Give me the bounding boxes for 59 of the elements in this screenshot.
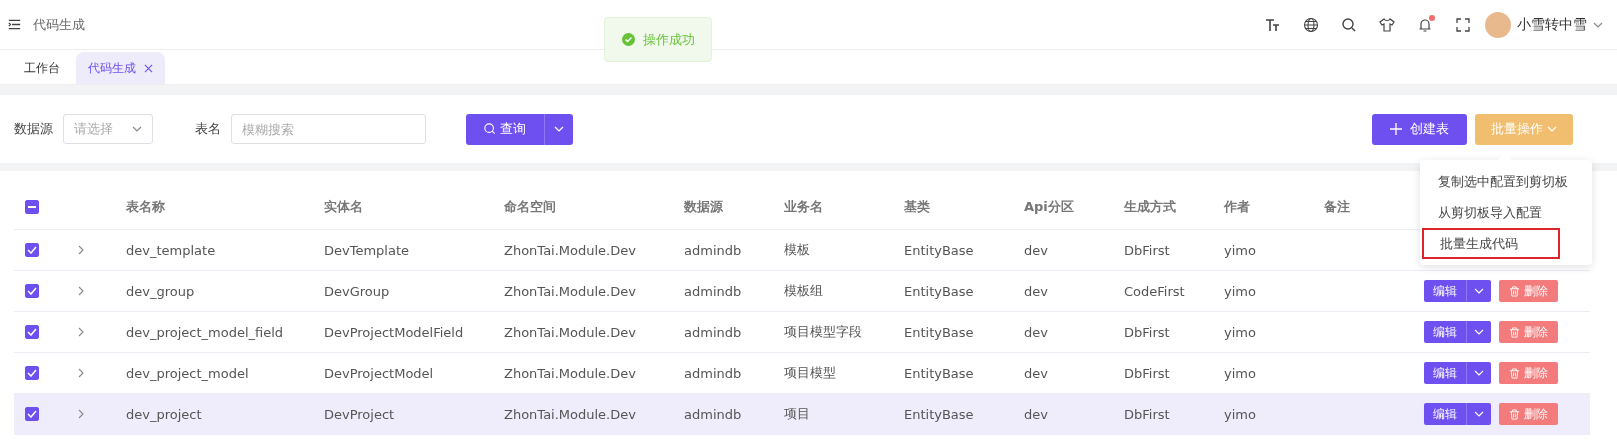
column-header: 命名空间 (503, 198, 557, 216)
table-cell-text: ZhonTai.Module.Dev (503, 406, 637, 422)
column-header: 业务名 (783, 198, 824, 216)
table-cell-text: yimo (1223, 242, 1257, 258)
column-header: 基类 (903, 198, 931, 216)
table-cell-text: yimo (1223, 283, 1257, 299)
table-cell-text: dev (1023, 365, 1049, 381)
table-cell-text: admindb (683, 242, 743, 258)
table-cell-text: yimo (1223, 365, 1257, 381)
column-header: 数据源 (683, 198, 724, 216)
table-cell-text: DbFirst (1123, 365, 1171, 381)
table-cell-text: DbFirst (1123, 324, 1171, 340)
table-cell-text: admindb (683, 324, 743, 340)
table-cell-text: EntityBase (903, 242, 975, 258)
table-cell-text: yimo (1223, 406, 1257, 422)
field-label: 数据源 (14, 120, 53, 138)
table-cell-text: 模板 (783, 241, 811, 259)
table-cell-text: dev_group (125, 283, 196, 299)
table-cell-text: CodeFirst (1123, 283, 1186, 299)
table-cell-text: EntityBase (903, 324, 975, 340)
table-cell-text: ZhonTai.Module.Dev (503, 365, 637, 381)
table-cell-text: dev_project (125, 406, 203, 422)
column-header: 实体名 (323, 198, 364, 216)
table-cell-text: DevTemplate (323, 242, 411, 258)
table-cell-text: 项目模型 (783, 364, 837, 382)
column-header: 表名称 (125, 198, 166, 216)
table-cell-text: EntityBase (903, 365, 975, 381)
table-cell-text: DevProjectModelField (323, 324, 465, 340)
table-cell-text: dev_project_model_field (125, 324, 285, 340)
table-cell-text: admindb (683, 406, 743, 422)
table-cell-text: dev (1023, 324, 1049, 340)
table-cell-text: dev_template (125, 242, 217, 258)
column-header: 备注 (1323, 198, 1351, 216)
toast-message: 操作成功 (642, 30, 695, 49)
table-cell-text: DevGroup (323, 283, 391, 299)
table-cell-text: 项目 (783, 405, 811, 423)
column-header: 作者 (1222, 198, 1251, 216)
table-cell-text: dev (1023, 242, 1049, 258)
page-title: 代码生成 (33, 15, 85, 34)
table-cell-text: DbFirst (1123, 242, 1171, 258)
table-cell-text: dev_project_model (125, 365, 250, 381)
table-cell-text: ZhonTai.Module.Dev (503, 283, 637, 299)
table-cell-text: ZhonTai.Module.Dev (503, 242, 637, 258)
table-cell-text: ZhonTai.Module.Dev (503, 324, 637, 340)
table-cell-text: dev (1023, 283, 1049, 299)
table-cell-text: DevProjectModel (323, 365, 435, 381)
field-label: 表名 (195, 120, 221, 138)
table-cell-text: yimo (1223, 324, 1257, 340)
table-cell-text: admindb (683, 365, 743, 381)
table-cell-text: EntityBase (903, 283, 975, 299)
column-header: 生成方式 (1123, 198, 1177, 216)
table-cell-text: admindb (683, 283, 743, 299)
table-cell-text: EntityBase (903, 406, 975, 422)
column-header: Api分区 (1023, 198, 1075, 216)
table-cell-text: DevProject (323, 406, 396, 422)
table-cell-text: dev (1023, 406, 1049, 422)
table-cell-text: 模板组 (783, 282, 824, 300)
table-cell-text: DbFirst (1123, 406, 1171, 422)
table-cell-text: 项目模型字段 (783, 323, 863, 341)
